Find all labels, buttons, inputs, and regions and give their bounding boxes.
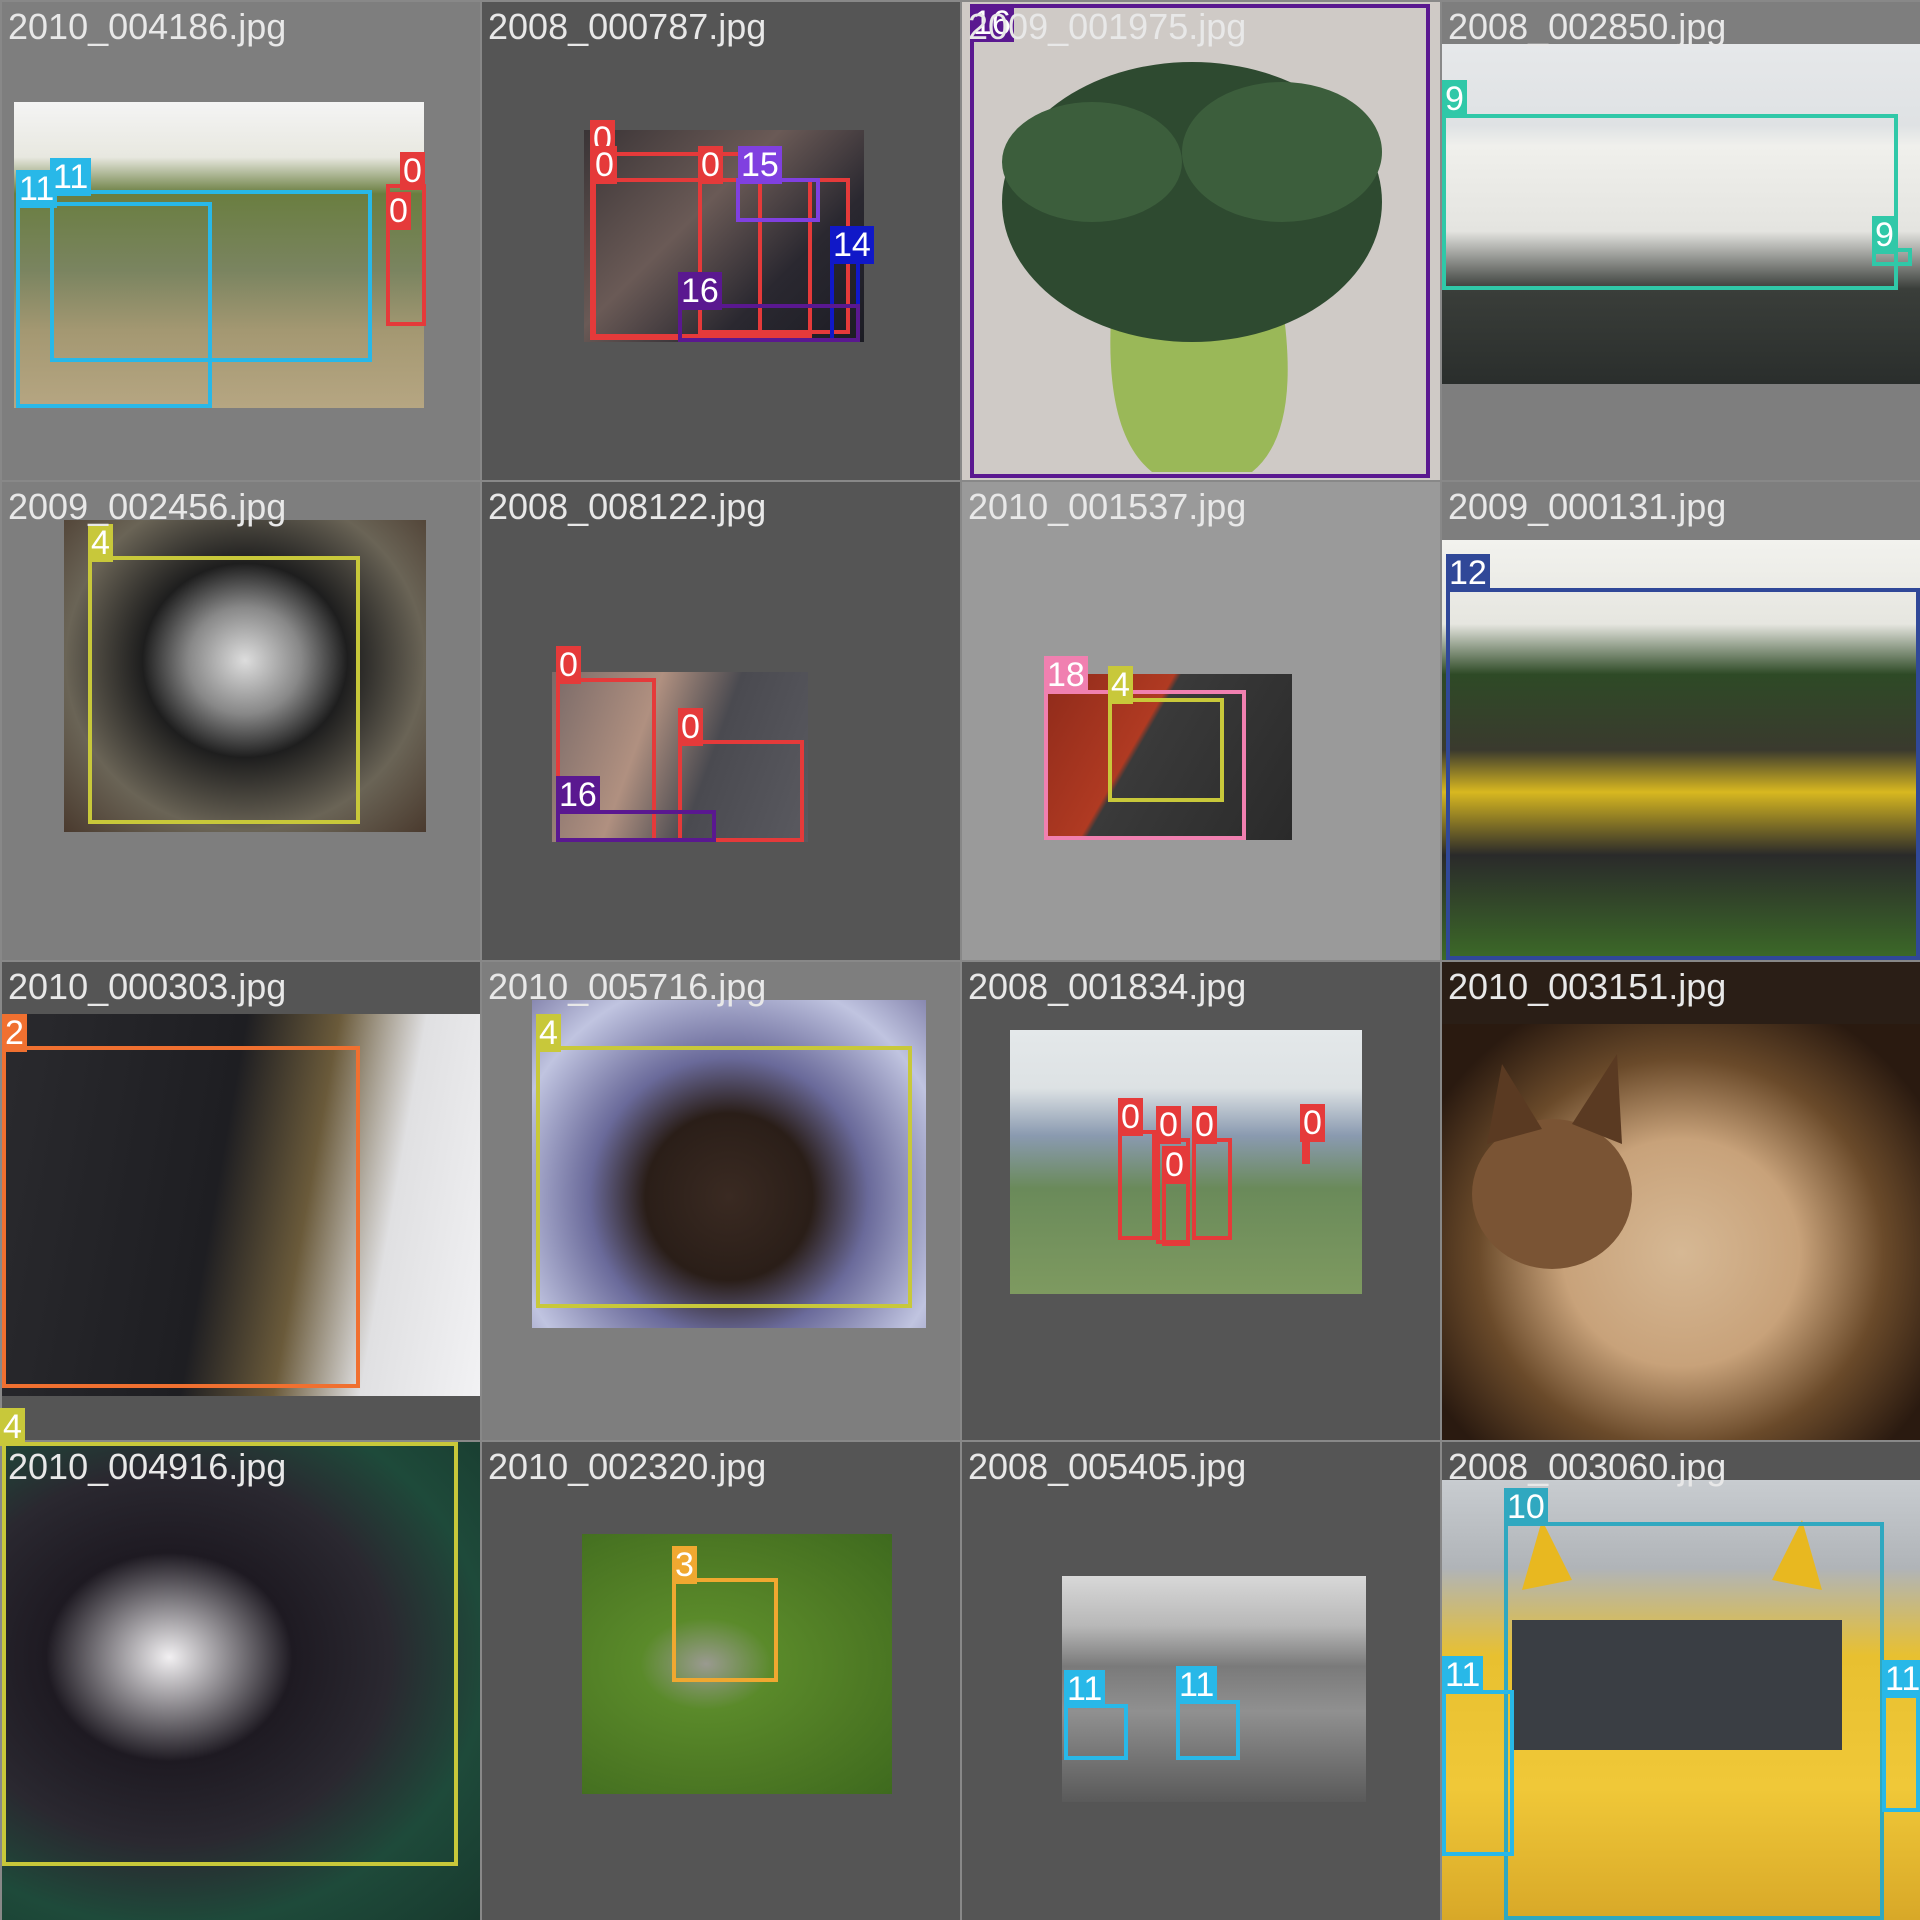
bbox-11 (1176, 1700, 1240, 1760)
bbox-0 (1118, 1130, 1156, 1240)
image-filename: 2008_001834.jpg (968, 966, 1247, 1007)
image-filename: 2010_004916.jpg (8, 1446, 287, 1487)
bbox-2 (2, 1046, 360, 1388)
bbox-label: 0 (1300, 1104, 1325, 1142)
bbox-label: 16 (678, 272, 722, 310)
tile-8: 12 2009_000131.jpg (1442, 482, 1920, 960)
tile-9: 2 2010_000303.jpg (2, 962, 480, 1440)
bbox-label: 0 (698, 146, 723, 184)
image-filename: 2009_000131.jpg (1448, 486, 1727, 527)
bbox-label: 4 (88, 524, 113, 562)
bbox-label: 0 (400, 152, 425, 190)
bbox-label: 12 (1446, 554, 1490, 592)
tile-1: 11 11 0 0 2010_004186.jpg (2, 2, 480, 480)
bbox-label: 18 (1044, 656, 1088, 694)
bbox-label: 0 (556, 646, 581, 684)
bbox-label: 0 (1162, 1146, 1187, 1184)
tile-13: 2010_004916.jpg (2, 1442, 480, 1920)
tile-2: 0 0 0 15 14 16 2008_000787.jpg (482, 2, 960, 480)
tile-16: 10 11 11 2008_003060.jpg (1442, 1442, 1920, 1920)
bbox-16 (970, 4, 1430, 478)
bbox-label: 0 (386, 192, 411, 230)
image-filename: 2010_000303.jpg (8, 966, 287, 1007)
bbox-label: 9 (1872, 216, 1897, 254)
bbox-11 (1064, 1704, 1128, 1760)
bbox-label: 0 (592, 146, 617, 184)
tile-4: 9 9 2008_002850.jpg (1442, 2, 1920, 480)
bbox-label: 11 (50, 158, 92, 196)
bbox-label: 11 (1442, 1656, 1484, 1694)
bbox-label: 11 (1064, 1670, 1106, 1708)
bbox-label: 0 (1156, 1106, 1181, 1144)
bbox-9 (1442, 114, 1898, 290)
bbox-label: 4 (1108, 666, 1133, 704)
bbox-label: 4 (0, 1408, 25, 1446)
tile-3: 16 2009_001975.jpg (962, 2, 1440, 480)
bbox-label: 11 (1882, 1660, 1920, 1698)
tile-7: 18 4 2010_001537.jpg (962, 482, 1440, 960)
bbox-label: 16 (556, 776, 600, 814)
image-filename: 2009_001975.jpg (968, 6, 1247, 47)
photo (1442, 1024, 1920, 1440)
bbox-0 (1302, 1142, 1310, 1164)
image-filename: 2008_002850.jpg (1448, 6, 1727, 47)
bbox-4 (88, 556, 360, 824)
tile-10: 4 2010_005716.jpg (482, 962, 960, 1440)
tile-12: 2010_003151.jpg (1442, 962, 1920, 1440)
bbox-0 (1162, 1178, 1190, 1246)
bbox-label: 4 (536, 1014, 561, 1052)
bbox-11 (50, 190, 372, 362)
image-filename: 2008_003060.jpg (1448, 1446, 1727, 1487)
bbox-15 (736, 178, 820, 222)
bbox-12 (1446, 588, 1920, 960)
bbox-4 (1108, 698, 1224, 802)
tile-6: 0 0 16 2008_008122.jpg (482, 482, 960, 960)
tile-14: 3 2010_002320.jpg (482, 1442, 960, 1920)
tile-5: 4 2009_002456.jpg (2, 482, 480, 960)
tile-11: 0 0 0 0 0 2008_001834.jpg (962, 962, 1440, 1440)
image-filename: 2008_005405.jpg (968, 1446, 1247, 1487)
bbox-0 (1192, 1138, 1232, 1240)
bbox-3 (672, 1578, 778, 1682)
bbox-label: 2 (2, 1014, 27, 1052)
cat-illustration (1472, 1054, 1632, 1269)
bbox-label: 0 (678, 708, 703, 746)
image-filename: 2009_002456.jpg (8, 486, 287, 527)
bbox-11 (1882, 1692, 1920, 1812)
bbox-label: 11 (1176, 1666, 1218, 1704)
bbox-10 (1504, 1522, 1884, 1920)
image-filename: 2010_001537.jpg (968, 486, 1247, 527)
image-filename: 2008_008122.jpg (488, 486, 767, 527)
image-filename: 2010_003151.jpg (1448, 966, 1727, 1007)
bbox-16 (556, 810, 716, 842)
tile-15: 11 11 2008_005405.jpg (962, 1442, 1440, 1920)
mosaic-grid: 11 11 0 0 2010_004186.jpg 0 0 0 15 14 16… (0, 0, 1920, 1920)
bbox-4 (536, 1046, 912, 1308)
bbox-label: 10 (1504, 1488, 1548, 1526)
image-filename: 2008_000787.jpg (488, 6, 767, 47)
bbox-label: 15 (738, 146, 782, 184)
bbox-11 (1442, 1690, 1514, 1856)
bbox-label: 9 (1442, 80, 1467, 118)
bbox-label: 3 (672, 1546, 697, 1584)
bbox-label: 0 (1192, 1106, 1217, 1144)
image-filename: 2010_002320.jpg (488, 1446, 767, 1487)
bbox-label: 14 (830, 226, 874, 264)
bbox-label: 0 (1118, 1098, 1143, 1136)
image-filename: 2010_005716.jpg (488, 966, 767, 1007)
image-filename: 2010_004186.jpg (8, 6, 287, 47)
bbox-4 (2, 1442, 458, 1866)
